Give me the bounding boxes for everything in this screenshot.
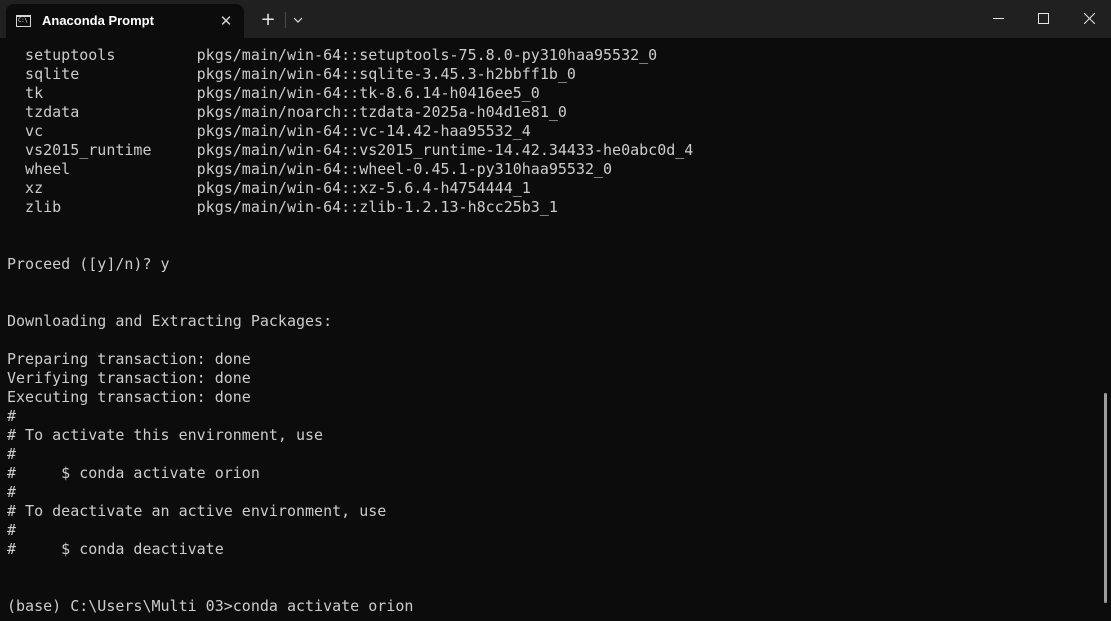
new-tab-button[interactable]: + bbox=[256, 8, 280, 32]
tab-separator bbox=[285, 12, 286, 28]
terminal-line: vc pkgs/main/win-64::vc-14.42-haa95532_4 bbox=[7, 122, 531, 140]
title-bar[interactable]: C:\ Anaconda Prompt ✕ + bbox=[0, 0, 1111, 38]
terminal-line: setuptools pkgs/main/win-64::setuptools-… bbox=[7, 46, 658, 64]
close-tab-icon[interactable]: ✕ bbox=[216, 10, 236, 32]
terminal-line: Preparing transaction: done bbox=[7, 350, 251, 368]
terminal-line: Executing transaction: done bbox=[7, 388, 251, 406]
terminal-line: # $ conda activate orion bbox=[7, 464, 260, 482]
terminal-line: # To deactivate an active environment, u… bbox=[7, 502, 387, 520]
minimize-button[interactable] bbox=[975, 0, 1021, 36]
terminal-icon: C:\ bbox=[16, 15, 31, 27]
minimize-icon bbox=[993, 18, 1004, 19]
maximize-button[interactable] bbox=[1020, 0, 1066, 36]
terminal-line: Verifying transaction: done bbox=[7, 369, 251, 387]
maximize-icon bbox=[1038, 13, 1049, 24]
terminal-line: # bbox=[7, 483, 17, 501]
terminal-line: # bbox=[7, 521, 17, 539]
terminal-line: Downloading and Extracting Packages: bbox=[7, 312, 333, 330]
tab-anaconda-prompt[interactable]: C:\ Anaconda Prompt ✕ bbox=[6, 4, 244, 38]
chevron-down-icon[interactable] bbox=[288, 8, 308, 32]
terminal-line: # $ conda deactivate bbox=[7, 540, 224, 558]
terminal-line: Proceed ([y]/n)? y bbox=[7, 255, 170, 273]
terminal-line: tk pkgs/main/win-64::tk-8.6.14-h0416ee5_… bbox=[7, 84, 540, 102]
terminal-window: C:\ Anaconda Prompt ✕ + setuptools pkgs/… bbox=[0, 0, 1111, 621]
terminal-line: tzdata pkgs/main/noarch::tzdata-2025a-h0… bbox=[7, 103, 567, 121]
terminal-output[interactable]: setuptools pkgs/main/win-64::setuptools-… bbox=[0, 38, 1100, 621]
terminal-line: # To activate this environment, use bbox=[7, 426, 324, 444]
command-prompt-line[interactable]: (base) C:\Users\Multi 03>conda activate … bbox=[7, 597, 413, 616]
tab-title: Anaconda Prompt bbox=[42, 13, 154, 28]
terminal-line: vs2015_runtime pkgs/main/win-64::vs2015_… bbox=[7, 141, 694, 159]
terminal-line: # bbox=[7, 445, 17, 463]
close-icon bbox=[1084, 13, 1095, 24]
terminal-line: zlib pkgs/main/win-64::zlib-1.2.13-h8cc2… bbox=[7, 198, 558, 216]
terminal-line: wheel pkgs/main/win-64::wheel-0.45.1-py3… bbox=[7, 160, 613, 178]
terminal-line: # bbox=[7, 407, 17, 425]
terminal-line: xz pkgs/main/win-64::xz-5.6.4-h4754444_1 bbox=[7, 179, 531, 197]
terminal-icon-text: C:\ bbox=[18, 17, 28, 24]
vertical-scrollbar-thumb[interactable] bbox=[1104, 393, 1107, 603]
terminal-line: sqlite pkgs/main/win-64::sqlite-3.45.3-h… bbox=[7, 65, 576, 83]
close-window-button[interactable] bbox=[1066, 0, 1111, 36]
